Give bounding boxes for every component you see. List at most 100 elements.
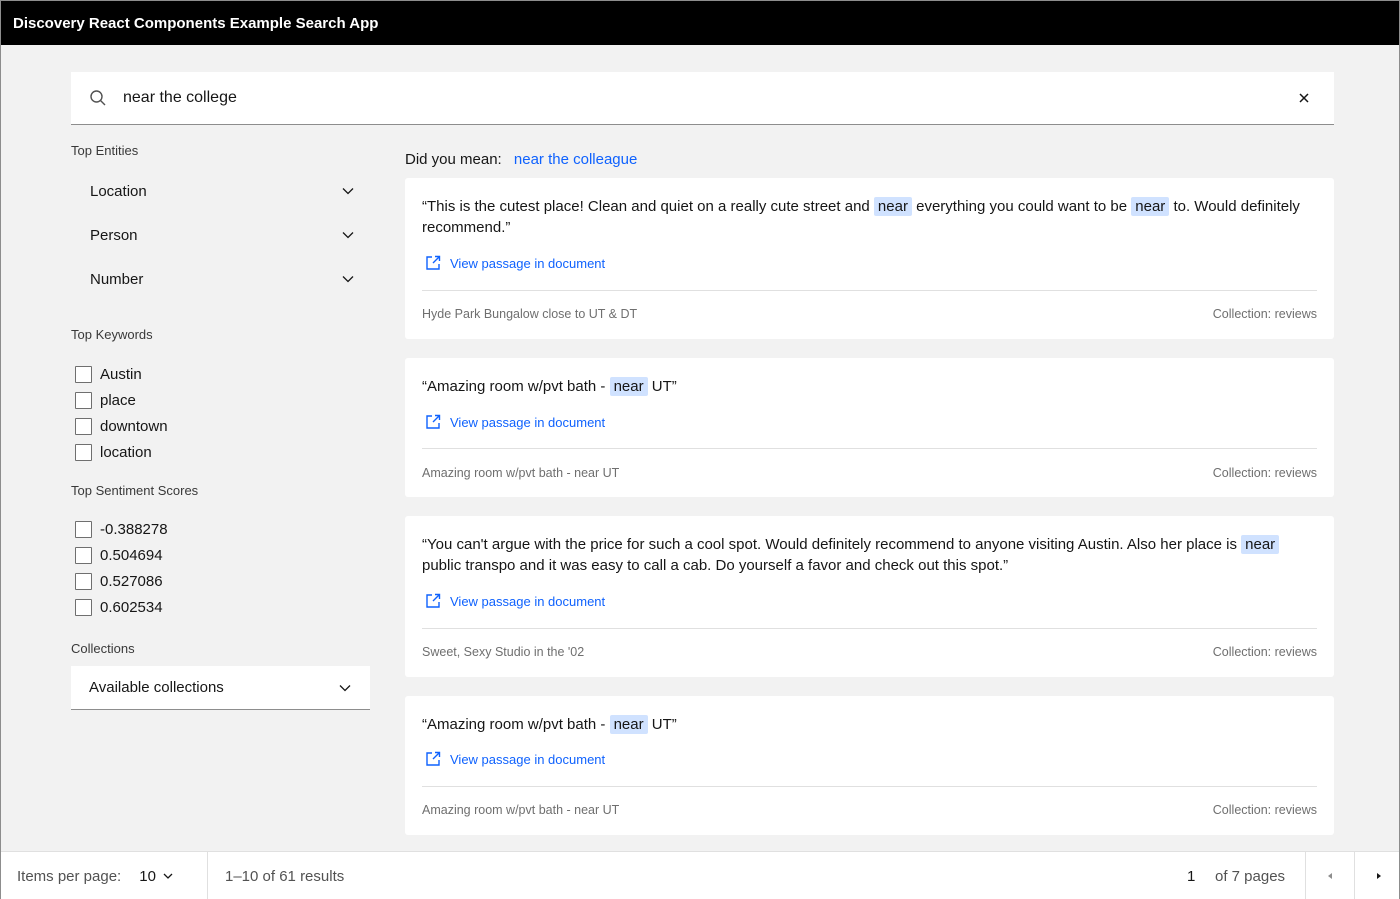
query-highlight: near bbox=[609, 377, 648, 396]
chevron-down-icon bbox=[342, 276, 354, 283]
page-number-select[interactable]: 1 bbox=[1187, 852, 1195, 899]
entity-dropdown-number[interactable]: Number bbox=[90, 264, 355, 294]
entity-label: Location bbox=[90, 182, 147, 200]
result-collection: Collection: reviews bbox=[1212, 307, 1317, 321]
keyword-checkbox-downtown[interactable]: downtown bbox=[75, 415, 168, 437]
card-divider bbox=[422, 290, 1317, 291]
view-passage-label: View passage in document bbox=[450, 255, 606, 271]
view-passage-label: View passage in document bbox=[450, 751, 606, 767]
total-pages: of 7 pages bbox=[1215, 867, 1286, 885]
clear-search-button[interactable] bbox=[1294, 88, 1314, 108]
collections-dropdown[interactable]: Available collections bbox=[71, 666, 370, 710]
app-header: Discovery React Components Example Searc… bbox=[1, 1, 1399, 45]
items-per-page-label: Items per page: bbox=[17, 867, 122, 885]
results-range: 1–10 of 61 results bbox=[225, 867, 345, 885]
passage-text: “Amazing room w/pvt bath - bbox=[422, 716, 610, 733]
query-highlight: near bbox=[609, 715, 648, 734]
items-per-page-select[interactable]: 10 bbox=[139, 868, 174, 885]
app-title: Discovery React Components Example Searc… bbox=[13, 14, 379, 32]
search-bar bbox=[71, 72, 1334, 125]
top-keywords-label: Top Keywords bbox=[71, 327, 153, 342]
query-highlight: near bbox=[1241, 535, 1280, 554]
divider bbox=[207, 852, 208, 899]
view-passage-label: View passage in document bbox=[450, 414, 606, 430]
did-you-mean: Did you mean: near the colleague bbox=[405, 151, 637, 168]
passage-text: “This is the cutest place! Clean and qui… bbox=[422, 198, 874, 215]
sentiment-checkbox[interactable]: 0.602534 bbox=[75, 596, 163, 618]
search-result-card: “This is the cutest place! Clean and qui… bbox=[405, 178, 1334, 339]
card-divider bbox=[422, 448, 1317, 449]
checkbox[interactable] bbox=[75, 572, 92, 590]
search-icon bbox=[89, 89, 107, 107]
view-passage-link[interactable]: View passage in document bbox=[425, 255, 605, 271]
query-highlight: near bbox=[1131, 197, 1170, 216]
passage-text: “You can't argue with the price for such… bbox=[422, 536, 1242, 553]
passage-text: “Amazing room w/pvt bath - bbox=[422, 378, 610, 395]
checkbox[interactable] bbox=[75, 546, 92, 564]
top-sentiment-label: Top Sentiment Scores bbox=[71, 483, 199, 498]
pagination-bar: Items per page: 10 1–10 of 61 results 1 … bbox=[1, 851, 1399, 899]
search-result-card: “Amazing room w/pvt bath - near UT” View… bbox=[405, 696, 1334, 835]
passage-text: UT” bbox=[647, 378, 677, 395]
checkbox-label: downtown bbox=[100, 417, 168, 435]
search-result-card: “Amazing room w/pvt bath - near UT” View… bbox=[405, 358, 1334, 497]
next-page-button[interactable] bbox=[1355, 852, 1400, 899]
did-you-mean-suggestion-link[interactable]: near the colleague bbox=[514, 151, 637, 168]
entity-dropdown-person[interactable]: Person bbox=[90, 220, 355, 250]
chevron-down-icon bbox=[163, 873, 173, 879]
checkbox[interactable] bbox=[75, 365, 92, 383]
sentiment-checkbox[interactable]: 0.504694 bbox=[75, 544, 163, 566]
close-icon bbox=[1299, 93, 1309, 103]
result-title: Sweet, Sexy Studio in the '02 bbox=[422, 645, 585, 659]
result-passage: “This is the cutest place! Clean and qui… bbox=[422, 196, 1302, 238]
view-passage-link[interactable]: View passage in document bbox=[425, 414, 605, 430]
checkbox-label: place bbox=[100, 391, 136, 409]
result-collection: Collection: reviews bbox=[1212, 645, 1317, 659]
checkbox[interactable] bbox=[75, 443, 92, 461]
checkbox[interactable] bbox=[75, 520, 92, 538]
checkbox[interactable] bbox=[75, 417, 92, 435]
checkbox-label: 0.602534 bbox=[100, 598, 163, 616]
checkbox[interactable] bbox=[75, 598, 92, 616]
previous-page-button[interactable] bbox=[1306, 852, 1354, 899]
keyword-checkbox-place[interactable]: place bbox=[75, 389, 136, 411]
result-title: Amazing room w/pvt bath - near UT bbox=[422, 466, 620, 480]
checkbox-label: Austin bbox=[100, 365, 142, 383]
card-divider bbox=[422, 628, 1317, 629]
sentiment-checkbox[interactable]: -0.388278 bbox=[75, 518, 168, 540]
search-input[interactable] bbox=[123, 72, 1273, 124]
items-per-page: Items per page: 10 bbox=[17, 852, 174, 899]
result-passage: “Amazing room w/pvt bath - near UT” bbox=[422, 376, 1302, 397]
result-title: Amazing room w/pvt bath - near UT bbox=[422, 803, 620, 817]
checkbox-label: location bbox=[100, 443, 152, 461]
launch-icon bbox=[426, 255, 441, 270]
did-you-mean-label: Did you mean: bbox=[405, 151, 502, 168]
sentiment-checkbox[interactable]: 0.527086 bbox=[75, 570, 163, 592]
keyword-checkbox-austin[interactable]: Austin bbox=[75, 363, 142, 385]
passage-text: everything you could want to be bbox=[911, 198, 1132, 215]
launch-icon bbox=[426, 751, 441, 766]
result-passage: “You can't argue with the price for such… bbox=[422, 534, 1302, 576]
top-entities-label: Top Entities bbox=[71, 143, 139, 158]
passage-text: UT” bbox=[647, 716, 677, 733]
result-passage: “Amazing room w/pvt bath - near UT” bbox=[422, 714, 1302, 735]
keyword-checkbox-location[interactable]: location bbox=[75, 441, 152, 463]
view-passage-link[interactable]: View passage in document bbox=[425, 751, 605, 767]
collections-select-value: Available collections bbox=[89, 679, 224, 696]
query-highlight: near bbox=[873, 197, 912, 216]
launch-icon bbox=[426, 414, 441, 429]
entity-dropdown-location[interactable]: Location bbox=[90, 176, 355, 206]
chevron-down-icon bbox=[342, 188, 354, 195]
collections-label: Collections bbox=[71, 641, 135, 656]
search-result-card: “You can't argue with the price for such… bbox=[405, 516, 1334, 677]
launch-icon bbox=[426, 593, 441, 608]
checkbox-label: 0.527086 bbox=[100, 572, 163, 590]
result-title: Hyde Park Bungalow close to UT & DT bbox=[422, 307, 638, 321]
checkbox-label: 0.504694 bbox=[100, 546, 163, 564]
chevron-down-icon bbox=[342, 232, 354, 239]
view-passage-link[interactable]: View passage in document bbox=[425, 593, 605, 609]
chevron-down-icon bbox=[339, 684, 351, 691]
result-collection: Collection: reviews bbox=[1212, 466, 1317, 480]
caret-left-icon bbox=[1328, 873, 1332, 879]
checkbox[interactable] bbox=[75, 391, 92, 409]
